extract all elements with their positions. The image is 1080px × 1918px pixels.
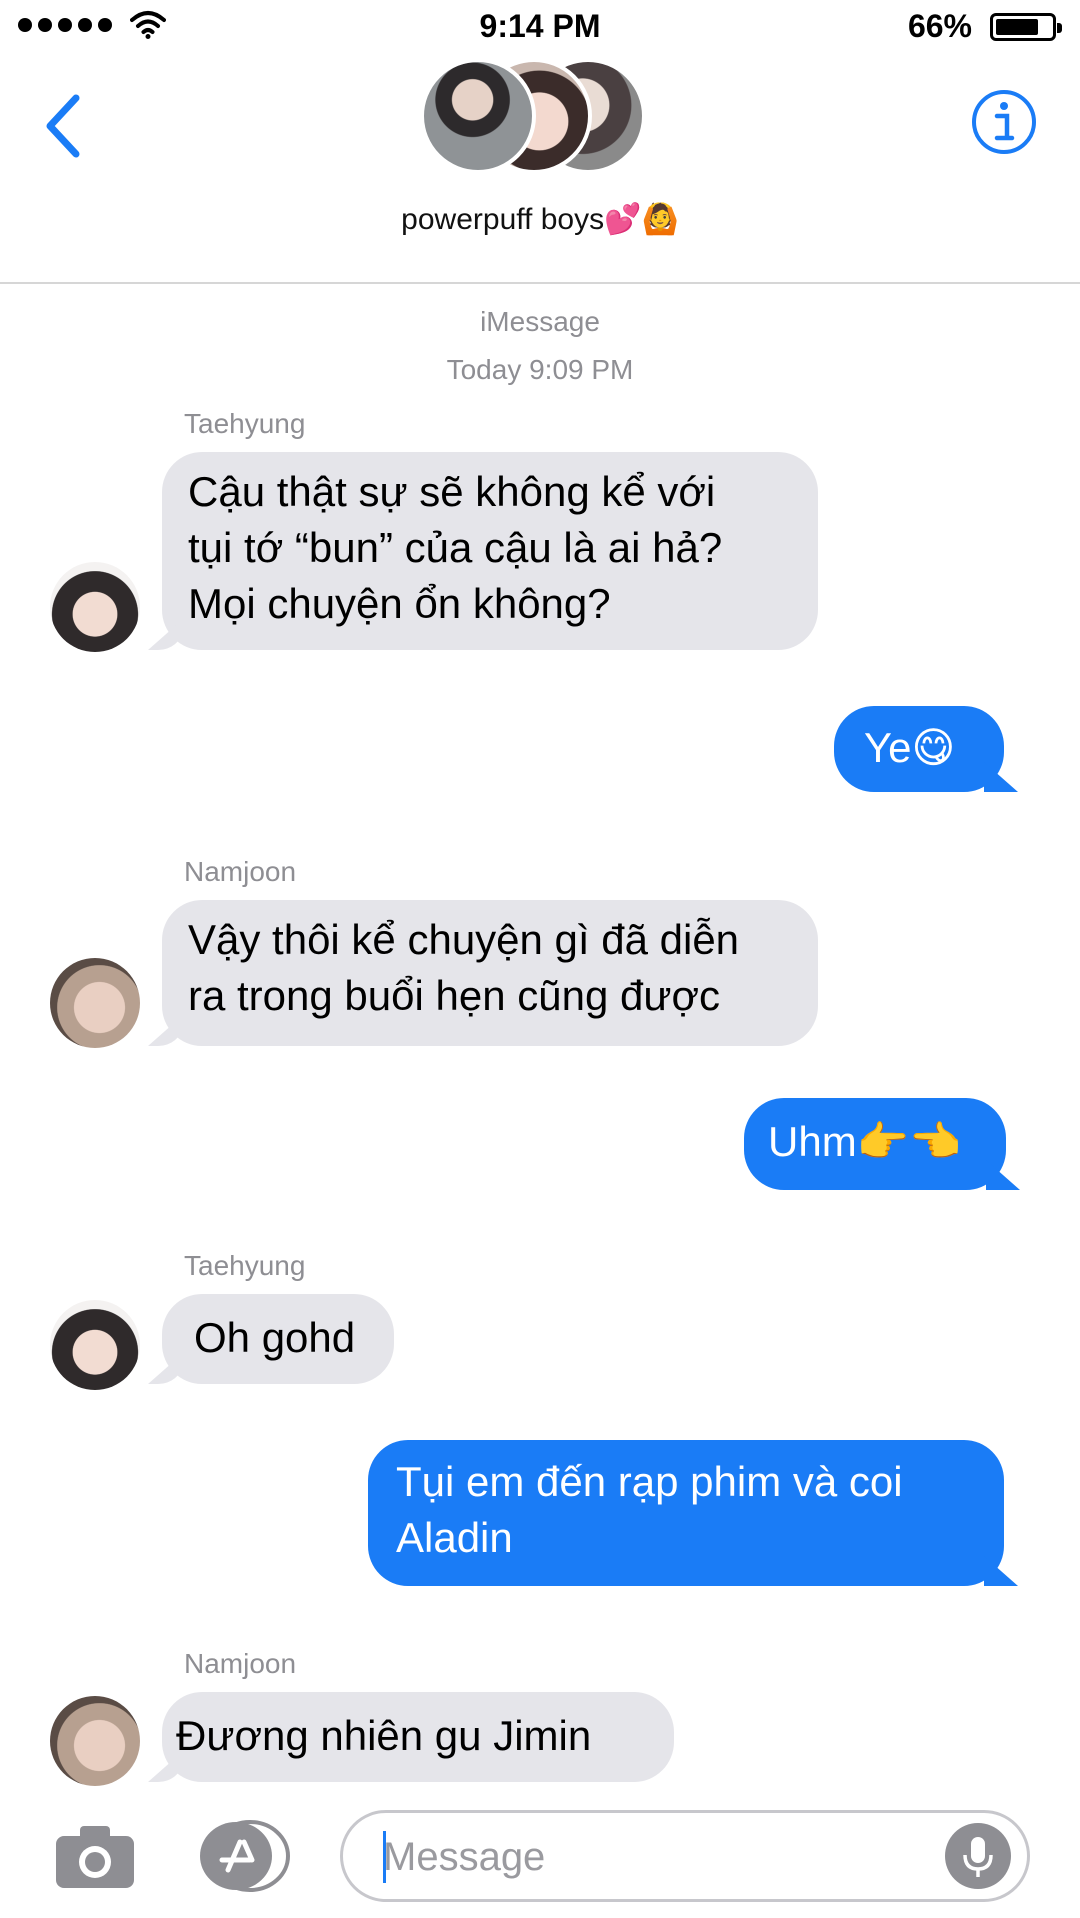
message-line: Vậy thôi kể chuyện gì đã diễn	[188, 916, 740, 963]
group-avatars[interactable]	[420, 56, 660, 176]
group-name-emoji: 💕🙆	[604, 202, 679, 237]
message-line: Oh gohd	[194, 1314, 356, 1361]
microphone-icon	[963, 1837, 993, 1877]
thread-timestamp: Today 9:09 PM	[446, 354, 634, 385]
compose-bar	[0, 1796, 1080, 1918]
sender-name: Taehyung	[184, 1250, 306, 1281]
message-bubble[interactable]: Tụi em đến rạp phim và coi Aladin	[368, 1440, 1004, 1586]
info-icon	[972, 90, 1036, 154]
message-line: Ye😋	[864, 724, 956, 771]
group-name-label: powerpuff boys	[401, 203, 605, 236]
avatar[interactable]	[50, 1300, 140, 1390]
message-bubble[interactable]: Vậy thôi kể chuyện gì đã diễn ra trong b…	[162, 900, 818, 1046]
sender-name: Namjoon	[184, 856, 297, 887]
message-input-field[interactable]	[340, 1810, 1030, 1902]
message-line: Mọi chuyện ổn không?	[188, 580, 611, 627]
message-line: Uhm👉👈	[768, 1118, 962, 1165]
status-bar: 9:14 PM 66%	[0, 0, 1080, 56]
microphone-button[interactable]	[945, 1823, 1011, 1889]
app-store-button[interactable]	[196, 1820, 292, 1892]
sender-name: Namjoon	[184, 1648, 297, 1679]
message-bubble[interactable]: Uhm👉👈	[744, 1098, 1006, 1190]
app-store-icon	[200, 1820, 290, 1892]
message-line: tụi tớ “bun” của cậu là ai hả?	[188, 524, 723, 571]
camera-button[interactable]	[54, 1824, 136, 1890]
back-button[interactable]	[36, 86, 96, 166]
message-bubble[interactable]: Ye😋	[834, 706, 1004, 792]
avatar[interactable]	[50, 958, 140, 1048]
message-line: Cậu thật sự sẽ không kể với	[188, 468, 716, 515]
message-line: Aladin	[396, 1514, 513, 1561]
message-input[interactable]	[381, 1827, 925, 1887]
avatar[interactable]	[50, 1696, 140, 1786]
message-line: Đương nhiên gu Jimin	[176, 1712, 592, 1759]
group-name[interactable]: powerpuff boys💕🙆	[0, 202, 1080, 237]
battery-icon	[990, 13, 1062, 41]
avatar[interactable]	[50, 562, 140, 652]
message-bubble[interactable]: Cậu thật sự sẽ không kể với tụi tớ “bun”…	[162, 452, 818, 650]
battery-percent: 66%	[907, 8, 972, 44]
message-bubble[interactable]: Đương nhiên gu Jimin	[162, 1692, 674, 1782]
sender-name: Taehyung	[184, 408, 306, 439]
info-button[interactable]	[970, 88, 1038, 156]
camera-icon	[56, 1826, 134, 1888]
conversation-header: powerpuff boys💕🙆	[0, 56, 1080, 284]
message-line: Tụi em đến rạp phim và coi	[396, 1458, 903, 1505]
message-bubble[interactable]: Oh gohd	[162, 1294, 394, 1384]
chevron-left-icon	[46, 94, 80, 158]
avatar	[420, 58, 536, 174]
message-line: ra trong buổi hẹn cũng được	[188, 972, 720, 1019]
service-label: iMessage	[480, 306, 600, 337]
